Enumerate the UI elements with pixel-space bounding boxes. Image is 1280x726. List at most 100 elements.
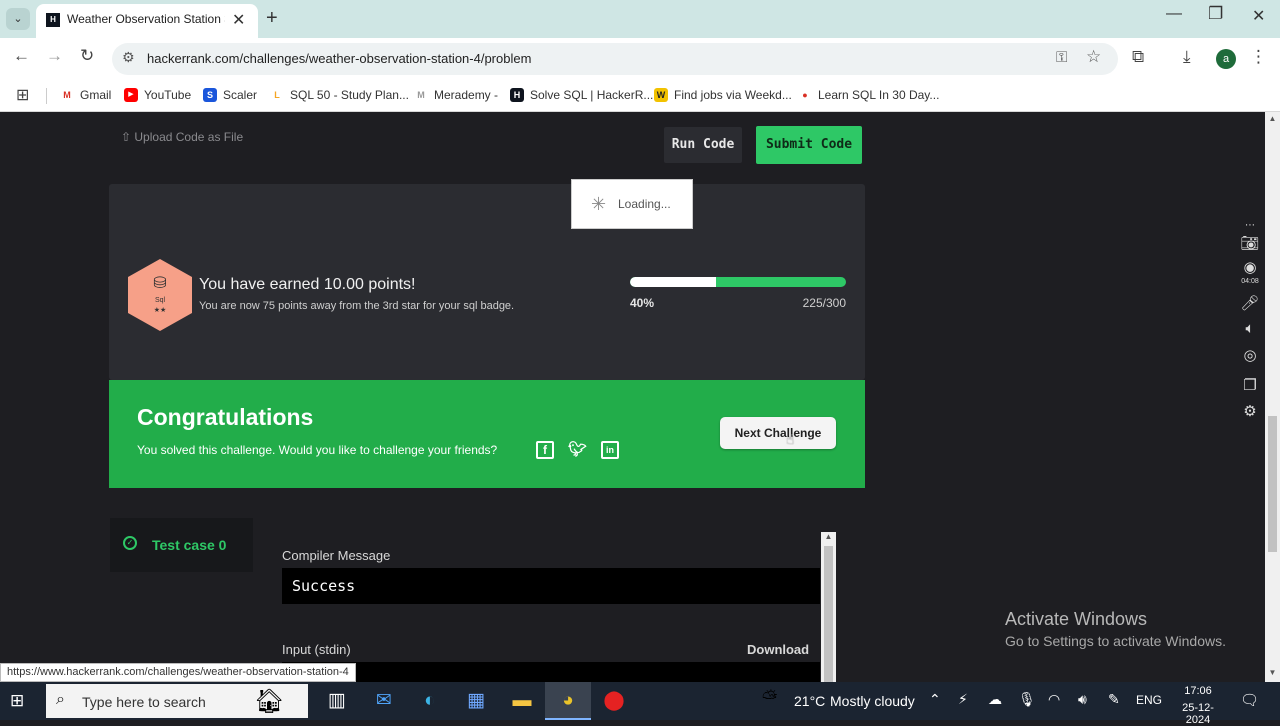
new-tab-icon[interactable]: +	[266, 7, 278, 30]
volume-icon[interactable]: 🔊︎	[1078, 691, 1087, 708]
microphone-icon[interactable]: 🎤︎	[1240, 294, 1260, 312]
tab-search-chevron-icon[interactable]: ⌄	[6, 8, 30, 30]
battery-plug-icon[interactable]: ⚡︎	[958, 691, 968, 708]
bookmarks-separator	[46, 88, 47, 104]
windows-taskbar: ⊞ ⌕ Type here to search 🏠︎ ▥ ✉ ◐ ▦ ▬ ◕ ⬤…	[0, 682, 1280, 726]
windows-start-icon[interactable]: ⊞	[10, 691, 24, 711]
pen-icon[interactable]: ✎	[1108, 691, 1120, 708]
wifi-icon[interactable]: ◠	[1048, 691, 1060, 708]
bookmark-weekday[interactable]: W Find jobs via Weekd...	[654, 80, 792, 110]
progress-points: 225/300	[802, 296, 846, 310]
search-placeholder: Type here to search	[82, 694, 206, 710]
check-circle-icon: ✓	[123, 536, 137, 550]
points-earned-title: You have earned 10.00 points!	[199, 276, 416, 293]
clock-date[interactable]: 25-12-2024	[1170, 702, 1226, 726]
bookmark-learn-sql[interactable]: ● Learn SQL In 30 Day...	[798, 80, 939, 110]
badge-stars: ★★	[153, 307, 167, 314]
compiler-message-label: Compiler Message	[282, 548, 391, 563]
minimize-icon[interactable]: —	[1166, 5, 1182, 23]
chrome-taskbar-button[interactable]: ◕	[545, 682, 591, 720]
activate-windows-title: Activate Windows	[1005, 609, 1148, 629]
notifications-icon[interactable]: 🗨︎	[1240, 691, 1259, 709]
file-explorer-icon[interactable]: ▬	[507, 687, 537, 715]
run-code-button[interactable]: Run Code	[664, 127, 742, 163]
url-text[interactable]: hackerrank.com/challenges/weather-observ…	[147, 51, 531, 66]
stdin-label: Input (stdin)	[282, 642, 351, 657]
tab-close-icon[interactable]: ✕	[232, 10, 245, 30]
bookmark-star-icon[interactable]: ☆	[1086, 47, 1101, 67]
upload-code-link[interactable]: ⇧ Upload Code as File	[121, 130, 243, 144]
badge-progress-bar	[630, 277, 846, 287]
browser-tab[interactable]: H Weather Observation Station 3 ✕	[36, 4, 258, 38]
tab-title: Weather Observation Station 3	[67, 12, 225, 26]
scroll-up-icon[interactable]: ▲	[1265, 114, 1280, 123]
reload-icon[interactable]: ↻	[80, 46, 94, 66]
activate-windows-subtitle: Go to Settings to activate Windows.	[1005, 633, 1226, 649]
webcam-icon[interactable]: ◎	[1240, 346, 1260, 364]
test-case-tab[interactable]: ✓ Test case 0	[110, 518, 253, 572]
screen-recorder-toolbar: ⋯ 📷︎ ◉ 04:08 🎤︎ 🔈︎ ◎ ❐ ⚙	[1238, 220, 1262, 426]
store-icon[interactable]: ▦	[461, 687, 491, 715]
extensions-icon[interactable]: ⧉	[1132, 47, 1144, 67]
weather-temperature[interactable]: 21°C	[794, 693, 825, 709]
bookmark-scaler[interactable]: S Scaler	[203, 80, 257, 110]
download-link[interactable]: Download	[747, 642, 809, 657]
congratulations-banner: Congratulations You solved this challeng…	[109, 380, 865, 488]
speaker-icon[interactable]: 🔈︎	[1240, 320, 1260, 337]
tray-expand-icon[interactable]: ⌃	[929, 691, 941, 708]
task-view-icon[interactable]: ▥	[322, 687, 352, 715]
bookmark-hackerrank[interactable]: H Solve SQL | HackerR...	[510, 80, 653, 110]
bookmark-label: Learn SQL In 30 Day...	[818, 88, 940, 102]
onedrive-cloud-icon[interactable]: ☁	[988, 691, 1002, 708]
weather-description[interactable]: Mostly cloudy	[830, 693, 915, 709]
apps-grid-icon[interactable]: ⊞	[16, 85, 29, 105]
upload-label: Upload Code as File	[134, 130, 244, 144]
browser-menu-icon[interactable]: ⋮	[1250, 47, 1267, 67]
bookmark-label: SQL 50 - Study Plan...	[290, 88, 409, 102]
mail-icon[interactable]: ✉	[369, 687, 399, 715]
bookmark-youtube[interactable]: ▶ YouTube	[124, 80, 191, 110]
recording-time: 04:08	[1241, 278, 1259, 285]
taskbar-search-box[interactable]: ⌕ Type here to search 🏠︎	[46, 684, 308, 718]
loading-indicator: ✳ Loading...	[571, 179, 693, 229]
profile-avatar[interactable]: a	[1216, 49, 1236, 69]
microphone-tray-icon[interactable]: 🎙︎	[1018, 691, 1036, 708]
page-scrollbar[interactable]: ▲ ▼	[1265, 112, 1280, 682]
record-icon[interactable]: ◉	[1240, 258, 1260, 276]
settings-gear-icon[interactable]: ⚙	[1240, 402, 1260, 420]
weather-cloud-icon[interactable]: ⛅︎	[762, 688, 777, 710]
linkedin-icon[interactable]: in	[601, 441, 619, 459]
bookmark-merademy[interactable]: M Merademy -	[414, 80, 498, 110]
bookmark-gmail[interactable]: M Gmail	[60, 80, 111, 110]
password-key-icon[interactable]: ⚿	[1056, 49, 1067, 66]
scrollbar-thumb[interactable]	[1268, 416, 1277, 552]
twitter-icon[interactable]: 🐦︎	[568, 441, 587, 459]
recorder-more-icon[interactable]: ⋯	[1240, 220, 1260, 231]
edge-icon[interactable]: ◐	[415, 687, 445, 715]
scroll-down-icon[interactable]: ▼	[1265, 668, 1280, 677]
site-info-icon[interactable]: ⚙	[122, 49, 135, 66]
restore-icon[interactable]: ❐	[1208, 4, 1223, 24]
address-bar[interactable]: ⚙ hackerrank.com/challenges/weather-obse…	[112, 43, 1118, 75]
next-challenge-button[interactable]: Next Challenge	[720, 417, 836, 449]
clock-time[interactable]: 17:06	[1170, 685, 1226, 697]
spinner-icon: ✳	[591, 194, 607, 214]
test-case-label: Test case 0	[152, 537, 227, 553]
window-close-icon[interactable]: ✕	[1252, 6, 1265, 26]
results-scrollbar[interactable]: ▲	[821, 532, 836, 682]
recorder-app-icon[interactable]: ⬤	[599, 687, 629, 715]
bookmark-sql50[interactable]: L SQL 50 - Study Plan...	[270, 80, 409, 110]
badge-progress-fill	[630, 277, 717, 287]
camera-icon[interactable]: 📷︎	[1240, 234, 1260, 252]
compiler-message-box: Success	[282, 568, 820, 604]
language-indicator[interactable]: ENG	[1136, 693, 1162, 707]
facebook-icon[interactable]: f	[536, 441, 554, 459]
forward-icon[interactable]: →	[46, 46, 63, 66]
scroll-up-icon[interactable]: ▲	[821, 532, 836, 541]
download-icon[interactable]: ⤓	[1183, 47, 1191, 67]
scrollbar-thumb[interactable]	[824, 546, 833, 682]
windows-icon[interactable]: ❐	[1240, 376, 1260, 394]
back-icon[interactable]: ←	[13, 46, 30, 66]
submit-code-button[interactable]: Submit Code	[756, 126, 862, 164]
youtube-icon: ▶	[124, 88, 138, 102]
